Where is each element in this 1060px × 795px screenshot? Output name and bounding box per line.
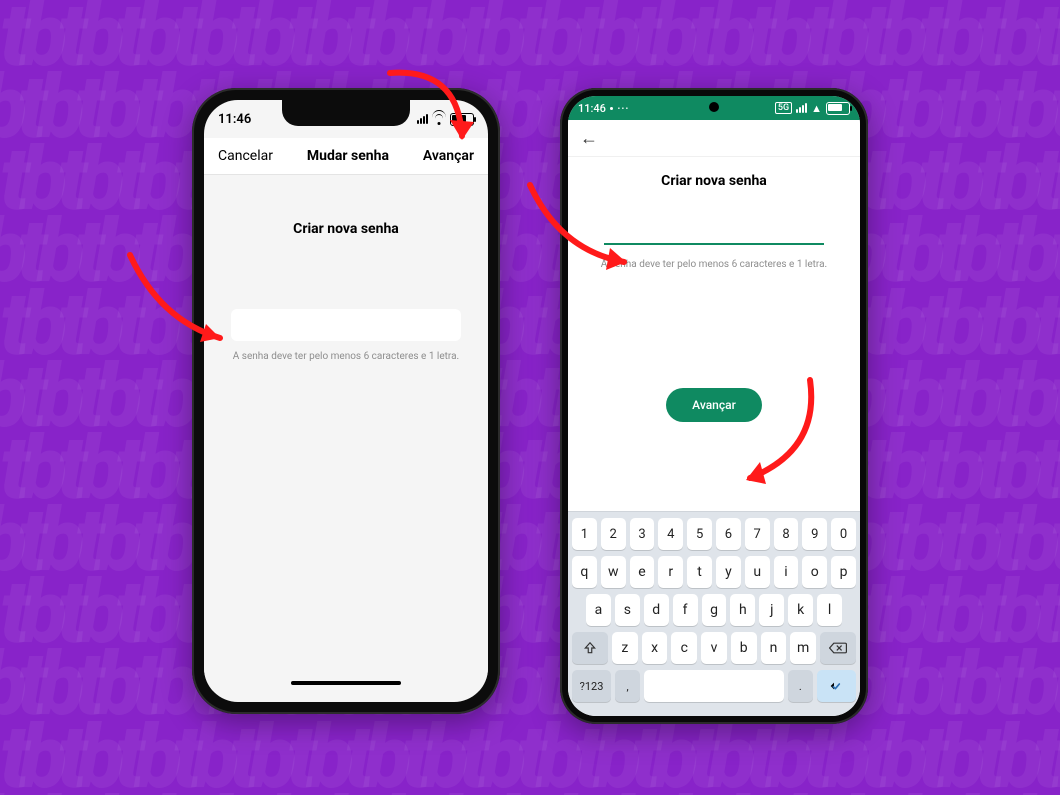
- key-n[interactable]: n: [761, 632, 787, 664]
- key-o[interactable]: o: [802, 556, 827, 588]
- back-button[interactable]: ←: [580, 128, 598, 149]
- signal-bars-icon: [796, 103, 807, 113]
- iphone-screen: 11:46 Cancelar Mudar senha Avançar Criar…: [204, 100, 488, 702]
- annotation-arrow: [380, 58, 490, 178]
- key-6[interactable]: 6: [716, 518, 741, 550]
- enter-key[interactable]: [817, 670, 856, 702]
- ios-status-time: 11:46: [218, 112, 251, 127]
- phones-container: 11:46 Cancelar Mudar senha Avançar Criar…: [0, 0, 1060, 795]
- password-hint: A senha deve ter pelo menos 6 caracteres…: [222, 351, 470, 362]
- key-8[interactable]: 8: [774, 518, 799, 550]
- annotation-arrow: [120, 240, 250, 360]
- wifi-icon: ▲: [811, 102, 822, 115]
- key-s[interactable]: s: [615, 594, 640, 626]
- key-m[interactable]: m: [790, 632, 816, 664]
- key-k[interactable]: k: [788, 594, 813, 626]
- key-4[interactable]: 4: [658, 518, 683, 550]
- key-g[interactable]: g: [702, 594, 727, 626]
- key-d[interactable]: d: [644, 594, 669, 626]
- space-key[interactable]: [644, 670, 784, 702]
- key-p[interactable]: p: [831, 556, 856, 588]
- key-a[interactable]: a: [586, 594, 611, 626]
- shift-key[interactable]: [572, 632, 608, 664]
- key-z[interactable]: z: [612, 632, 638, 664]
- cancel-button[interactable]: Cancelar: [218, 148, 273, 164]
- key-5[interactable]: 5: [687, 518, 712, 550]
- symbols-mode-key[interactable]: ?123: [572, 670, 611, 702]
- key-u[interactable]: u: [745, 556, 770, 588]
- key-w[interactable]: w: [601, 556, 626, 588]
- backspace-key[interactable]: [820, 632, 856, 664]
- page-title: Criar nova senha: [222, 221, 470, 237]
- key-v[interactable]: v: [701, 632, 727, 664]
- punch-hole-camera: [709, 102, 719, 112]
- network-type-badge: 5G: [775, 102, 792, 114]
- key-t[interactable]: t: [687, 556, 712, 588]
- android-appbar: ←: [568, 120, 860, 157]
- android-keyboard: 1234567890 qwertyuiop asdfghjkl zxcvbnm …: [568, 511, 860, 716]
- key-2[interactable]: 2: [601, 518, 626, 550]
- key-9[interactable]: 9: [802, 518, 827, 550]
- home-indicator[interactable]: [291, 681, 401, 685]
- key-3[interactable]: 3: [630, 518, 655, 550]
- key-y[interactable]: y: [716, 556, 741, 588]
- key-r[interactable]: r: [658, 556, 683, 588]
- navbar-title: Mudar senha: [307, 148, 389, 164]
- notification-dot-icon: [610, 107, 613, 110]
- key-1[interactable]: 1: [572, 518, 597, 550]
- key-q[interactable]: q: [572, 556, 597, 588]
- key-c[interactable]: c: [671, 632, 697, 664]
- key-l[interactable]: l: [817, 594, 842, 626]
- key-b[interactable]: b: [731, 632, 757, 664]
- more-notifications-icon: ⋯: [617, 101, 629, 115]
- key-i[interactable]: i: [774, 556, 799, 588]
- comma-key[interactable]: ,: [615, 670, 640, 702]
- new-password-input[interactable]: [231, 309, 461, 341]
- annotation-arrow: [520, 170, 650, 290]
- iphone-device-frame: 11:46 Cancelar Mudar senha Avançar Criar…: [192, 88, 500, 714]
- key-e[interactable]: e: [630, 556, 655, 588]
- key-0[interactable]: 0: [831, 518, 856, 550]
- key-7[interactable]: 7: [745, 518, 770, 550]
- annotation-arrow: [700, 370, 830, 500]
- key-f[interactable]: f: [673, 594, 698, 626]
- period-key[interactable]: .: [788, 670, 813, 702]
- android-status-time: 11:46: [578, 102, 606, 115]
- battery-icon: [826, 102, 850, 115]
- key-h[interactable]: h: [730, 594, 755, 626]
- key-x[interactable]: x: [642, 632, 668, 664]
- key-j[interactable]: j: [759, 594, 784, 626]
